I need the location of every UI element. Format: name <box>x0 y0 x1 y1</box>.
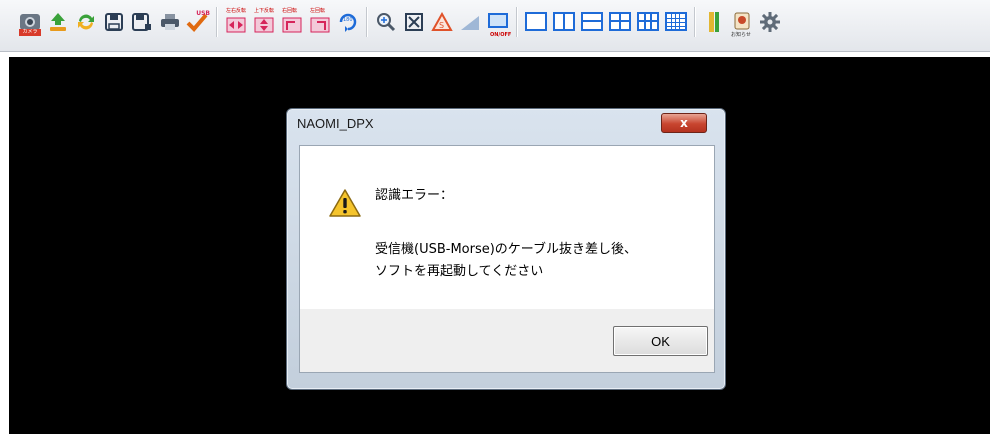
layout-two-column-icon <box>553 12 575 31</box>
usb-button[interactable]: USB <box>186 9 210 35</box>
upload-button[interactable] <box>46 9 70 35</box>
save-as-button[interactable] <box>130 9 154 35</box>
magnifier-icon <box>377 12 396 31</box>
layout-two-row-button[interactable] <box>580 9 604 35</box>
flip-vertical-icon <box>254 17 274 32</box>
camera-button[interactable]: カメラ <box>18 9 42 36</box>
flip-vertical-button[interactable]: 上下反転 <box>252 7 276 35</box>
onoff-label: ON/OFF <box>490 31 512 38</box>
error-dialog: NAOMI_DPX x 認識エラー： 受信機(USB-Morse)のケーブル抜き… <box>286 108 726 390</box>
display-toggle-button[interactable]: ON/OFF <box>486 9 512 38</box>
sharpen-button[interactable]: S <box>430 9 454 35</box>
refresh-button[interactable] <box>74 9 98 35</box>
warning-icon <box>329 189 361 217</box>
gear-icon <box>760 11 780 32</box>
rotate-180-label: 180° <box>343 16 356 23</box>
rotate-left-button[interactable]: 左回転 <box>308 7 332 35</box>
ok-button[interactable]: OK <box>613 326 708 356</box>
layout-single-button[interactable] <box>524 9 548 35</box>
info-label: お知らせ <box>731 31 751 38</box>
error-message-line2: ソフトを再起動してください <box>375 264 544 279</box>
layout-two-column-button[interactable] <box>552 9 576 35</box>
flip-horizontal-icon <box>226 17 246 32</box>
rotate-left-icon <box>310 17 330 32</box>
close-button[interactable]: x <box>661 113 707 133</box>
toolbar-separator <box>216 6 218 37</box>
save-as-icon <box>132 12 151 31</box>
rotate-right-button[interactable]: 右回転 <box>280 7 304 35</box>
recycle-icon <box>78 14 94 29</box>
toolbar-separator <box>516 6 518 37</box>
info-button[interactable]: お知らせ <box>730 9 754 38</box>
dialog-button-bar: OK <box>299 309 715 373</box>
dialog-title: NAOMI_DPX <box>297 116 374 131</box>
layout-four-button[interactable] <box>608 9 632 35</box>
rotate-180-button[interactable]: 180° <box>336 9 360 35</box>
print-button[interactable] <box>158 9 182 35</box>
layout-grid-icon <box>665 12 687 31</box>
svg-text:S: S <box>439 21 444 30</box>
close-icon: x <box>680 116 688 130</box>
layout-two-row-icon <box>581 12 603 31</box>
monitor-icon <box>488 12 508 28</box>
flip-horizontal-label: 左右反転 <box>226 7 247 14</box>
triangle-s-icon: S <box>431 11 453 31</box>
zoom-button[interactable] <box>374 9 398 35</box>
printer-icon <box>161 13 179 30</box>
layout-grid-button[interactable] <box>664 9 688 35</box>
rotate-right-icon <box>282 17 302 32</box>
layout-four-icon <box>609 12 631 31</box>
error-message-line1: 受信機(USB-Morse)のケーブル抜き差し後、 <box>375 242 638 257</box>
info-badge-icon <box>734 12 750 29</box>
settings-button[interactable] <box>758 9 782 35</box>
layout-six-icon <box>637 12 659 31</box>
flip-horizontal-button[interactable]: 左右反転 <box>224 7 248 35</box>
histogram-button[interactable] <box>458 9 482 35</box>
layout-six-button[interactable] <box>636 9 660 35</box>
toolbar-separator <box>694 6 696 37</box>
floppy-disk-icon <box>105 12 123 31</box>
dialog-message-area: 認識エラー： 受信機(USB-Morse)のケーブル抜き差し後、 ソフトを再起動… <box>299 145 715 310</box>
fit-screen-icon <box>405 12 423 31</box>
toolbar-separator <box>366 6 368 37</box>
save-button[interactable] <box>102 9 126 35</box>
camera-label: カメラ <box>19 28 41 36</box>
upload-arrow-icon <box>50 12 66 31</box>
rotate-right-label: 右回転 <box>282 7 298 14</box>
error-heading: 認識エラー： <box>375 188 454 203</box>
fit-button[interactable] <box>402 9 426 35</box>
rotate-left-label: 左回転 <box>310 7 326 14</box>
ruler-button[interactable] <box>702 9 726 35</box>
main-toolbar: カメラ USB 左右反転 上下反転 右回転 左回転 180° S ON/OFF … <box>0 0 990 52</box>
histogram-icon <box>461 15 479 30</box>
ruler-icon <box>709 11 719 32</box>
flip-vertical-label: 上下反転 <box>254 7 275 14</box>
layout-single-icon <box>525 12 547 31</box>
usb-label: USB <box>196 9 210 17</box>
